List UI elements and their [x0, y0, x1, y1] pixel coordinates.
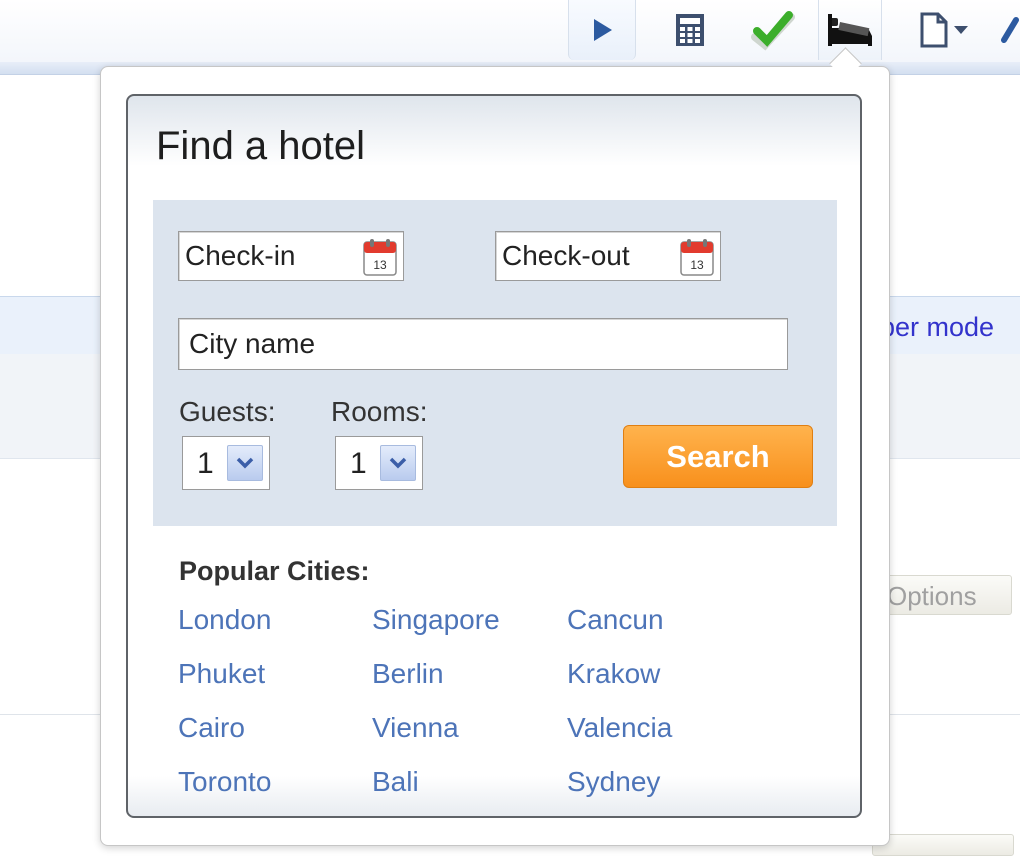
city-link-krakow[interactable]: Krakow	[567, 658, 660, 690]
calculator-icon	[676, 14, 704, 46]
options-button[interactable]: Options	[872, 575, 1012, 615]
city-link-singapore[interactable]: Singapore	[372, 604, 500, 636]
calendar-icon[interactable]: 13	[363, 238, 397, 276]
guests-value: 1	[197, 447, 214, 480]
background-link[interactable]: per mode	[880, 312, 994, 343]
city-link-cairo[interactable]: Cairo	[178, 712, 245, 744]
panel-title: Find a hotel	[156, 124, 366, 168]
checkin-placeholder: Check-in	[185, 240, 296, 271]
checkout-placeholder: Check-out	[502, 240, 630, 271]
checkmark-icon	[751, 11, 795, 51]
city-placeholder: City name	[189, 328, 316, 359]
popular-cities-heading: Popular Cities:	[179, 556, 370, 586]
calendar-icon[interactable]: 13	[680, 238, 714, 276]
city-link-toronto[interactable]: Toronto	[178, 766, 271, 798]
city-link-bali[interactable]: Bali	[372, 766, 419, 798]
page-menu-button[interactable]	[905, 0, 980, 60]
options-button[interactable]	[872, 834, 1014, 856]
chevron-down-icon[interactable]	[227, 445, 263, 481]
rooms-select[interactable]: 1	[335, 436, 423, 490]
bed-icon	[828, 14, 872, 46]
checkout-field[interactable]: Check-out 13	[495, 231, 721, 281]
wrench-icon	[1001, 17, 1019, 43]
search-button[interactable]: Search	[623, 425, 813, 488]
city-link-vienna[interactable]: Vienna	[372, 712, 459, 744]
guests-label: Guests:	[179, 396, 276, 427]
guests-select[interactable]: 1	[182, 436, 270, 490]
city-link-phuket[interactable]: Phuket	[178, 658, 265, 690]
page-icon	[920, 12, 947, 48]
rooms-label: Rooms:	[331, 396, 428, 427]
city-link-london[interactable]: London	[178, 604, 271, 636]
wrench-button[interactable]	[996, 0, 1020, 60]
calendar-day: 13	[690, 258, 704, 272]
checkin-field[interactable]: Check-in 13	[178, 231, 404, 281]
city-link-berlin[interactable]: Berlin	[372, 658, 444, 690]
city-link-sydney[interactable]: Sydney	[567, 766, 660, 798]
rooms-value: 1	[350, 447, 367, 480]
play-icon	[594, 19, 612, 41]
city-link-valencia[interactable]: Valencia	[567, 712, 672, 744]
dropdown-arrow-icon	[953, 26, 968, 34]
calendar-day: 13	[373, 258, 387, 272]
calculator-button[interactable]	[660, 0, 720, 60]
city-name-input[interactable]: City name	[178, 318, 788, 370]
city-link-cancun[interactable]: Cancun	[567, 604, 664, 636]
tasks-button[interactable]	[742, 0, 802, 60]
play-button[interactable]	[568, 0, 636, 60]
chevron-down-icon[interactable]	[380, 445, 416, 481]
